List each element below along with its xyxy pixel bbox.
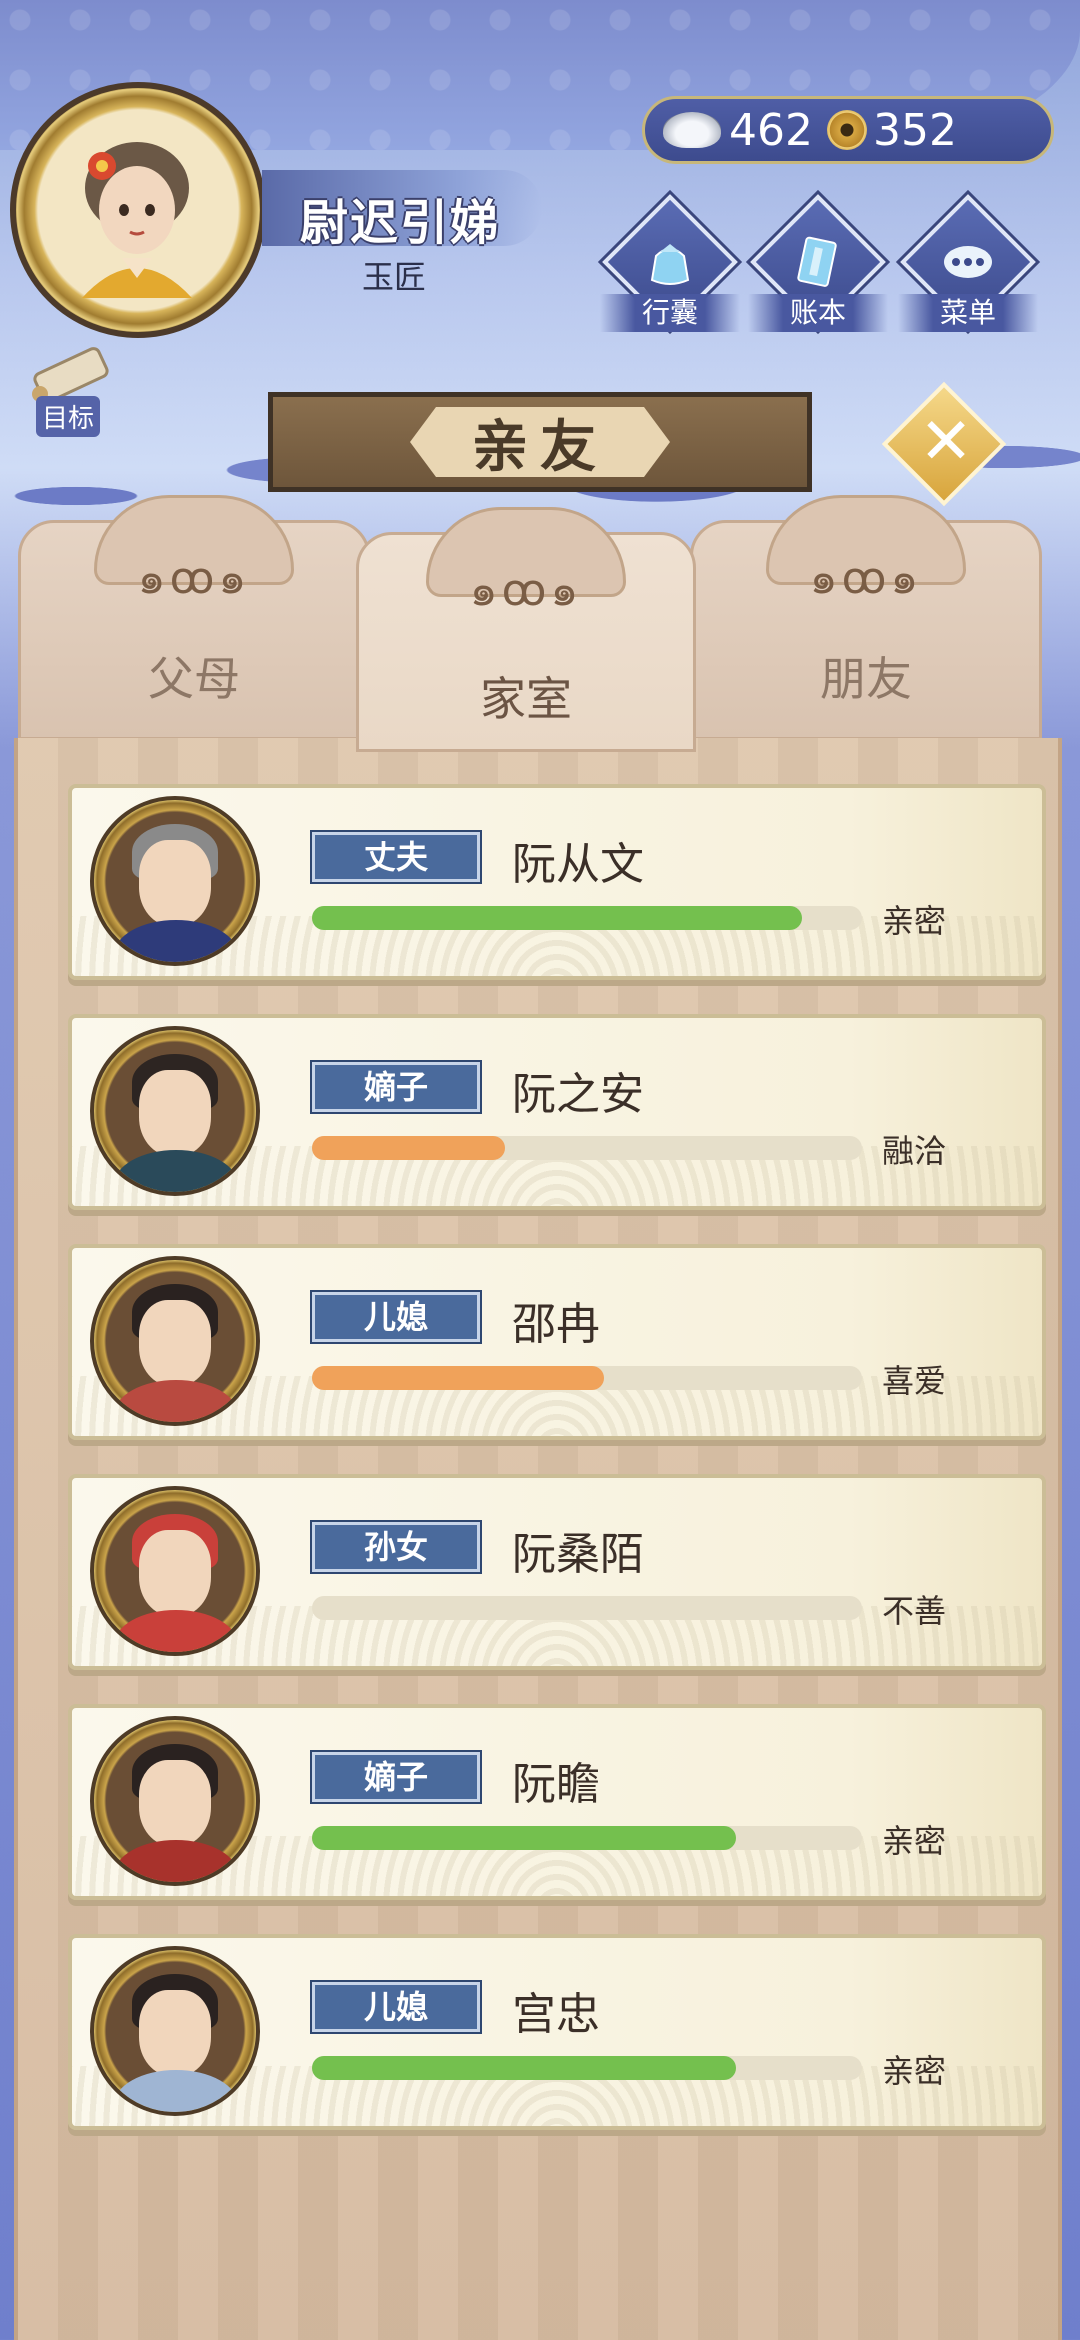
affinity-bar [312, 2056, 862, 2080]
affinity-bar [312, 1596, 862, 1620]
member-name: 阮从文 [512, 839, 644, 890]
bag-label: 行囊 [600, 294, 740, 332]
affinity-fill [312, 906, 802, 930]
menu-button[interactable]: 菜单 [898, 194, 1038, 334]
role-badge: 丈夫 [312, 832, 480, 882]
affinity-fill [312, 1366, 604, 1390]
list-item[interactable]: 孙女 阮桑陌 不善 [68, 1474, 1046, 1670]
affinity-fill [312, 2056, 736, 2080]
relation-status: 亲密 [882, 1822, 947, 1860]
portrait-robe [114, 2070, 238, 2112]
affinity-bar [312, 906, 862, 930]
list-item[interactable]: 儿媳 宫忠 亲密 [68, 1934, 1046, 2130]
tab-parents[interactable]: ๑ꝏ๑ 父母 [18, 495, 370, 740]
relation-status: 不善 [882, 1592, 947, 1630]
page-title: 亲友 [410, 407, 670, 477]
more-dots-icon [944, 246, 992, 278]
role-badge: 嫡子 [312, 1752, 480, 1802]
affinity-bar [312, 1366, 862, 1390]
affinity-bar [312, 1826, 862, 1850]
tab-friends[interactable]: ๑ꝏ๑ 朋友 [690, 495, 1042, 740]
bag-button[interactable]: 行囊 [600, 194, 740, 334]
family-list[interactable]: 丈夫 阮从文 亲密 嫡子 阮之安 融洽 儿媳 邵冉 喜爱 孙女 阮桑陌 不善 嫡… [14, 738, 1062, 2340]
relation-status: 亲密 [882, 2052, 947, 2090]
tab-label: 朋友 [820, 652, 912, 706]
member-portrait [90, 1716, 260, 1886]
tab-label: 父母 [148, 652, 240, 706]
ledger-button[interactable]: 账本 [748, 194, 888, 334]
member-name: 阮瞻 [512, 1759, 600, 1810]
portrait-face [139, 1760, 211, 1846]
player-name: 尉迟引娣 [300, 195, 501, 251]
member-portrait [90, 1946, 260, 2116]
member-portrait [90, 1026, 260, 1196]
currency-bar: 462 352 [642, 96, 1054, 164]
member-name: 邵冉 [512, 1299, 600, 1350]
close-icon[interactable]: ✕ [906, 398, 986, 486]
list-item[interactable]: 丈夫 阮从文 亲密 [68, 784, 1046, 980]
member-portrait [90, 796, 260, 966]
role-badge: 儿媳 [312, 1982, 480, 2032]
tab-label: 家室 [480, 672, 572, 726]
portrait-face [139, 1070, 211, 1156]
member-name: 宫忠 [512, 1989, 600, 2040]
relation-status: 融洽 [882, 1132, 947, 1170]
portrait-robe [114, 1840, 238, 1882]
relation-status: 亲密 [882, 902, 947, 940]
role-badge: 嫡子 [312, 1062, 480, 1112]
role-badge: 儿媳 [312, 1292, 480, 1342]
player-job: 玉匠 [362, 258, 427, 296]
member-portrait [90, 1486, 260, 1656]
list-item[interactable]: 儿媳 邵冉 喜爱 [68, 1244, 1046, 1440]
role-badge: 孙女 [312, 1522, 480, 1572]
portrait-robe [114, 1610, 238, 1652]
player-portrait-icon [82, 142, 192, 298]
portrait-robe [114, 920, 238, 962]
portrait-face [139, 840, 211, 926]
cloud-swirl-icon: ๑ꝏ๑ [469, 565, 583, 616]
portrait-robe [114, 1150, 238, 1192]
silver-ingot-icon [663, 112, 721, 148]
goal-label: 目标 [36, 396, 101, 437]
affinity-fill [312, 1826, 736, 1850]
portrait-robe [114, 1380, 238, 1422]
portrait-face [139, 1530, 211, 1616]
silver-amount: 462 [729, 104, 813, 156]
copper-coin-icon [826, 110, 867, 150]
affinity-fill [312, 1136, 505, 1160]
list-item[interactable]: 嫡子 阮之安 融洽 [68, 1014, 1046, 1210]
relation-status: 喜爱 [882, 1362, 947, 1400]
title-banner: 亲友 [268, 392, 812, 492]
cloud-swirl-icon: ๑ꝏ๑ [137, 553, 251, 604]
portrait-face [139, 1990, 211, 2076]
ledger-book-icon [797, 236, 837, 287]
cloud-swirl-icon: ๑ꝏ๑ [809, 553, 923, 604]
member-name: 阮之安 [512, 1069, 644, 1120]
affinity-bar [312, 1136, 862, 1160]
portrait-face [139, 1300, 211, 1386]
player-avatar[interactable] [10, 82, 266, 338]
member-portrait [90, 1256, 260, 1426]
ledger-label: 账本 [748, 294, 888, 332]
bag-icon [650, 244, 690, 285]
menu-label: 菜单 [898, 294, 1038, 332]
member-name: 阮桑陌 [512, 1529, 644, 1580]
copper-amount: 352 [872, 104, 957, 156]
tab-family[interactable]: ๑ꝏ๑ 家室 [356, 507, 696, 752]
list-item[interactable]: 嫡子 阮瞻 亲密 [68, 1704, 1046, 1900]
